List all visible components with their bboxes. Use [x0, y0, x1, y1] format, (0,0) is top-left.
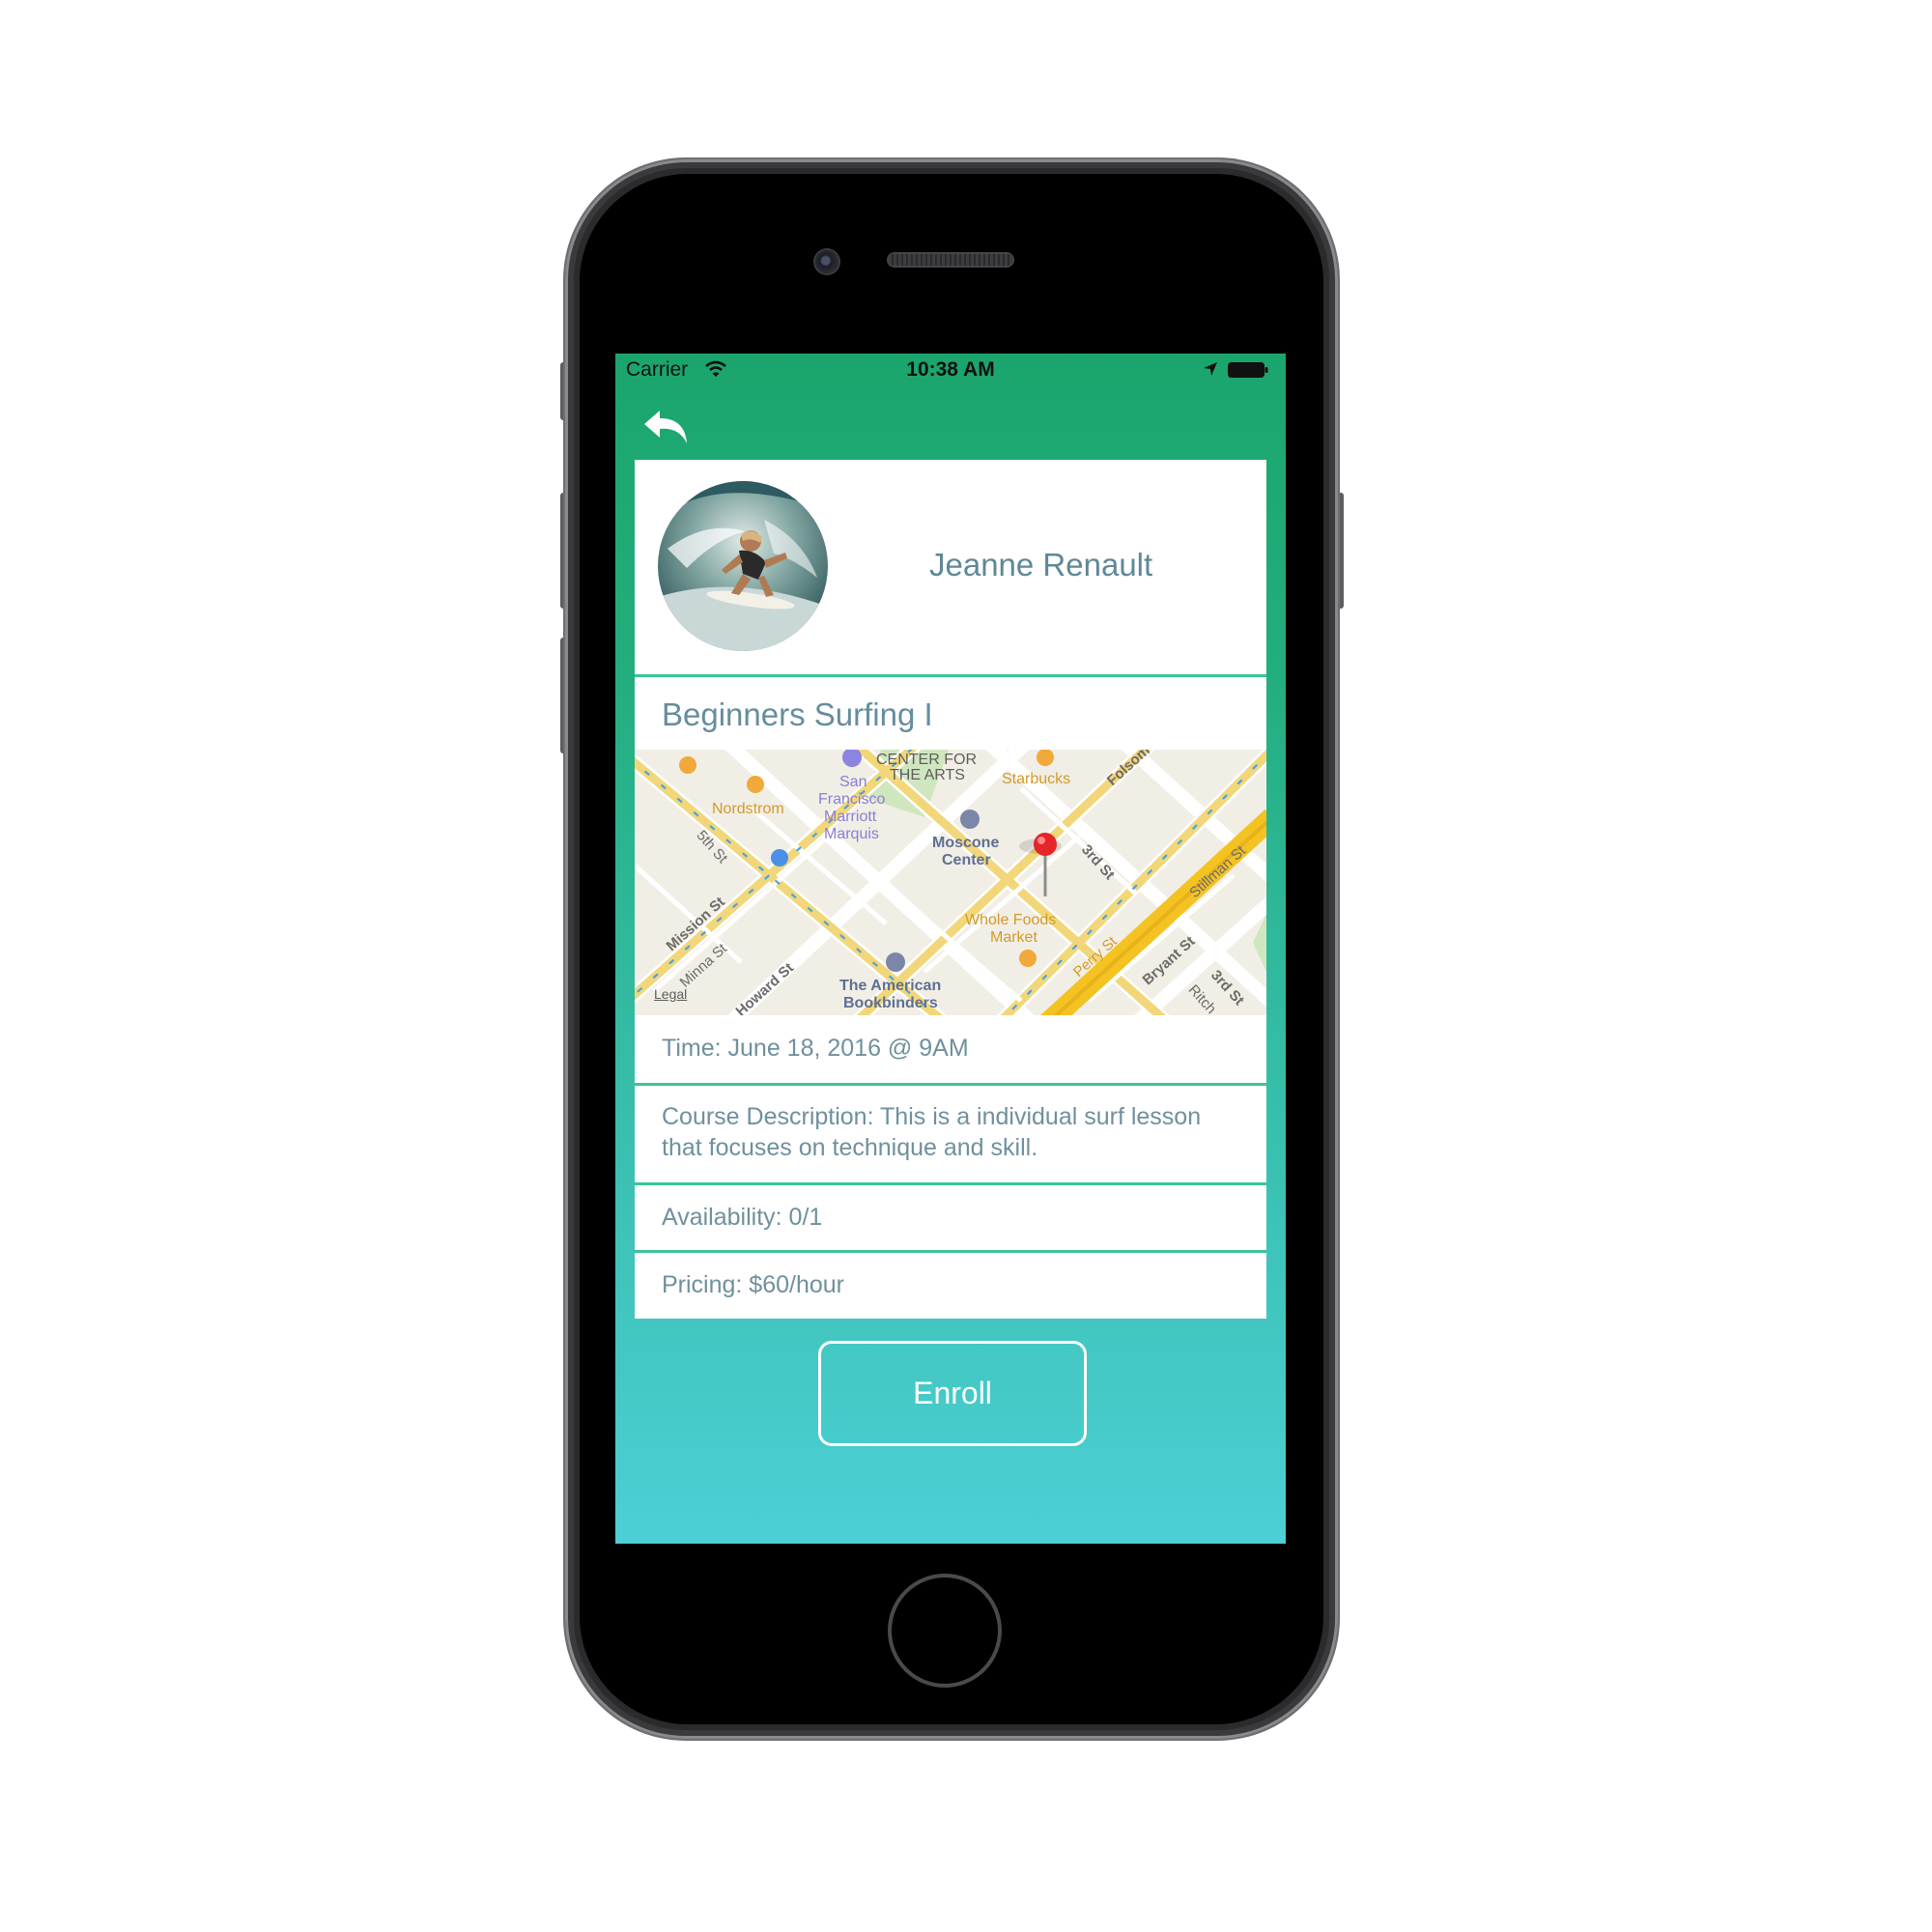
status-time: 10:38 AM — [906, 358, 995, 381]
back-button[interactable] — [642, 407, 691, 447]
course-time: Time: June 18, 2016 @ 9AM — [662, 1035, 969, 1062]
map-label: Starbucks — [1002, 771, 1071, 787]
home-button[interactable] — [888, 1574, 1002, 1688]
status-bar: Carrier 10:38 AM — [615, 354, 1286, 388]
map-label: Center — [942, 852, 991, 868]
map-label: Nordstrom — [712, 801, 784, 817]
map-label: San — [839, 774, 867, 790]
course-availability: Availability: 0/1 — [662, 1204, 823, 1231]
enroll-button[interactable]: Enroll — [818, 1341, 1087, 1446]
map-label: Moscone — [932, 835, 1000, 851]
map-label: THE ARTS — [890, 767, 965, 783]
map-streets — [635, 750, 1266, 1015]
map-pin-icon[interactable] — [1034, 833, 1057, 856]
map-label: Bookbinders — [843, 995, 938, 1011]
map-label: Marriott — [824, 809, 877, 825]
map-legal-link[interactable]: Legal — [654, 985, 687, 1003]
surfer-photo — [658, 481, 828, 651]
map-label: The American — [839, 978, 942, 994]
map-label: Marquis — [824, 826, 879, 842]
course-title: Beginners Surfing I — [662, 696, 933, 732]
availability-row: Availability: 0/1 — [635, 1185, 1266, 1250]
avatar — [658, 481, 828, 651]
map-label: Whole Foods — [965, 912, 1057, 928]
reply-arrow-icon — [644, 411, 687, 443]
time-row: Time: June 18, 2016 @ 9AM — [635, 1015, 1266, 1083]
app-screen: Carrier 10:38 AM Jeanne Renault Beginner… — [615, 354, 1286, 1544]
location-map[interactable]: CENTER FOR THE ARTS Starbucks Folsom Nor… — [635, 750, 1266, 1015]
instructor-row[interactable]: Jeanne Renault — [635, 460, 1266, 674]
earpiece-speaker — [889, 254, 1012, 266]
course-description: Course Description: This is a individual… — [662, 1103, 1202, 1161]
map-label: Francisco — [818, 791, 886, 808]
location-arrow-icon — [1204, 362, 1217, 376]
pricing-row: Pricing: $60/hour — [635, 1253, 1266, 1319]
description-row: Course Description: This is a individual… — [635, 1086, 1266, 1182]
front-camera — [815, 250, 838, 273]
course-pricing: Pricing: $60/hour — [662, 1271, 845, 1298]
instructor-name: Jeanne Renault — [929, 547, 1153, 582]
map-label: Market — [990, 929, 1037, 946]
battery-icon — [1228, 362, 1268, 378]
course-title-row: Beginners Surfing I — [635, 677, 1266, 750]
